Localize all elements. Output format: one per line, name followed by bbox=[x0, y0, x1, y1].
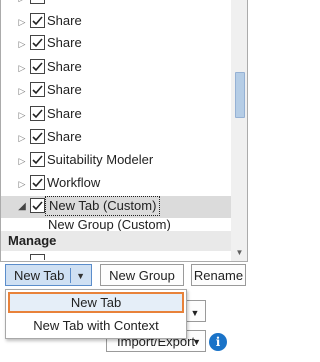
triangle-right-icon[interactable]: ▷ bbox=[17, 84, 27, 98]
tree-row-partial-top[interactable]: ▷ bbox=[1, 0, 231, 9]
tree-row-share[interactable]: ▷ Share bbox=[1, 80, 231, 102]
triangle-right-icon[interactable]: ▷ bbox=[17, 0, 27, 5]
checkbox[interactable] bbox=[30, 175, 45, 190]
tree-row-label: Share bbox=[47, 35, 82, 50]
tree-list: ▷ ▷ Share ▷ Share ▷ Share ▷ Share ▷ Shar… bbox=[1, 0, 231, 260]
chevron-down-icon: ▼ bbox=[192, 337, 201, 347]
scroll-down-arrow-icon[interactable]: ▼ bbox=[231, 246, 247, 260]
tree-row-new-tab-custom[interactable]: ◢ New Tab (Custom) bbox=[1, 196, 231, 218]
triangle-right-icon[interactable]: ▷ bbox=[17, 15, 27, 29]
checkbox[interactable] bbox=[30, 129, 45, 144]
tree-row-label: Share bbox=[47, 106, 82, 121]
tree-row-label: Share bbox=[47, 13, 82, 28]
checkbox-partial[interactable] bbox=[30, 254, 45, 260]
triangle-right-icon[interactable]: ▷ bbox=[17, 131, 27, 145]
section-header-manage: Manage bbox=[1, 231, 231, 251]
chevron-down-icon[interactable]: ▼ bbox=[76, 265, 85, 287]
tree-row-share[interactable]: ▷ Share bbox=[1, 127, 231, 149]
checkbox[interactable] bbox=[30, 106, 45, 121]
tree-row-label: Share bbox=[47, 82, 82, 97]
triangle-right-icon[interactable]: ▷ bbox=[17, 177, 27, 191]
tree-row-label: Share bbox=[47, 59, 82, 74]
tree-row-workflow[interactable]: ▷ Workflow bbox=[1, 173, 231, 195]
split-separator bbox=[70, 268, 71, 283]
checkbox[interactable] bbox=[30, 59, 45, 74]
triangle-right-icon[interactable]: ▷ bbox=[17, 154, 27, 168]
checkbox[interactable] bbox=[30, 152, 45, 167]
tree-row-suitability-modeler[interactable]: ▷ Suitability Modeler bbox=[1, 150, 231, 172]
vertical-scrollbar[interactable]: ▼ bbox=[231, 0, 247, 261]
rename-button[interactable]: Rename bbox=[191, 264, 246, 286]
triangle-right-icon[interactable]: ▷ bbox=[17, 61, 27, 75]
tree-row-label: New Tab (Custom) bbox=[45, 196, 161, 216]
tree-row-label: Workflow bbox=[47, 175, 101, 190]
triangle-right-icon[interactable]: ▷ bbox=[17, 37, 27, 51]
checkbox[interactable] bbox=[30, 198, 45, 213]
tree-row-label: Share bbox=[47, 129, 82, 144]
partially-hidden-dropdown-button[interactable]: ▼ bbox=[184, 300, 206, 322]
checkbox[interactable] bbox=[30, 13, 45, 28]
triangle-right-icon[interactable]: ▷ bbox=[17, 108, 27, 122]
info-icon[interactable]: i bbox=[209, 333, 227, 351]
scrollbar-thumb[interactable] bbox=[235, 72, 245, 118]
checkbox[interactable] bbox=[30, 0, 45, 4]
menu-item-new-tab-with-context[interactable]: New Tab with Context bbox=[6, 315, 186, 337]
tree-row-share[interactable]: ▷ Share bbox=[1, 57, 231, 79]
tree-row-share[interactable]: ▷ Share bbox=[1, 33, 231, 55]
checkbox[interactable] bbox=[30, 82, 45, 97]
tree-row-share[interactable]: ▷ Share bbox=[1, 11, 231, 33]
tree-row-share[interactable]: ▷ Share bbox=[1, 104, 231, 126]
new-tab-dropdown-menu: New Tab New Tab with Context bbox=[5, 289, 187, 339]
triangle-down-icon[interactable]: ◢ bbox=[17, 200, 27, 214]
scroll-up-arrow-icon[interactable] bbox=[231, 0, 247, 14]
ribbon-tree-panel: ▷ ▷ Share ▷ Share ▷ Share ▷ Share ▷ Shar… bbox=[0, 0, 248, 262]
menu-item-new-tab[interactable]: New Tab bbox=[8, 292, 184, 313]
chevron-down-icon: ▼ bbox=[190, 308, 200, 318]
new-group-button[interactable]: New Group bbox=[100, 264, 184, 286]
checkbox[interactable] bbox=[30, 35, 45, 50]
new-tab-split-button[interactable]: New Tab ▼ bbox=[5, 264, 92, 286]
tree-row-label: Suitability Modeler bbox=[47, 152, 154, 167]
new-tab-button-label: New Tab bbox=[14, 268, 65, 283]
section-header-label: Manage bbox=[8, 233, 57, 248]
